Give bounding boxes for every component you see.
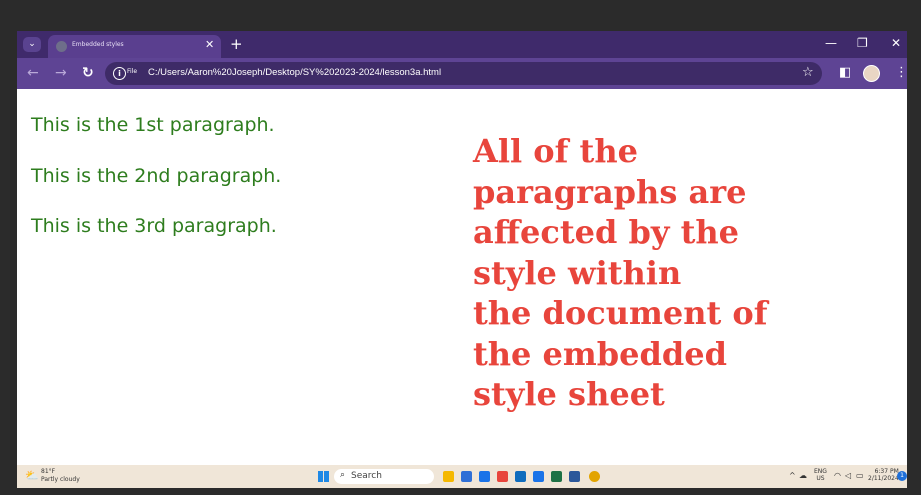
site-info-icon[interactable]: i (113, 67, 126, 80)
taskbar: ⛅ 81°F Partly cloudy ⌕ Search ^ ☁ ENG US… (17, 465, 907, 488)
reload-button[interactable]: ↻ (82, 65, 94, 81)
menu-icon[interactable]: ⋮ (895, 65, 907, 80)
language-bottom: US (816, 475, 825, 482)
note-line: All of the (473, 132, 638, 170)
chrome-icon[interactable] (589, 471, 600, 482)
profile-avatar[interactable] (863, 65, 880, 82)
language-indicator[interactable]: ENG US (814, 468, 827, 482)
browser-window: ⌄ Embedded styles ✕ + — ❐ ✕ ← → ↻ i File… (17, 31, 907, 488)
page-content: This is the 1st paragraph. This is the 2… (17, 89, 907, 465)
paragraph-1: This is the 1st paragraph. (31, 114, 275, 136)
weather-icon[interactable]: ⛅ (25, 469, 39, 482)
tab-search-button[interactable]: ⌄ (23, 37, 41, 52)
site-chip: File (127, 68, 138, 75)
battery-icon[interactable]: ▭ (856, 471, 864, 480)
search-placeholder: Search (351, 471, 382, 481)
minimize-button[interactable]: — (825, 36, 837, 50)
note-line: affected by the (473, 213, 740, 251)
volume-icon[interactable]: ◁ (845, 471, 851, 480)
new-tab-button[interactable]: + (230, 35, 243, 53)
wifi-icon[interactable]: ◠ (834, 471, 841, 480)
sync-icon[interactable]: ☁ (799, 471, 807, 480)
weather-temperature[interactable]: 81°F (41, 468, 55, 475)
task-view-icon[interactable] (461, 471, 472, 482)
app-icon[interactable] (479, 471, 490, 482)
word-icon[interactable] (569, 471, 580, 482)
back-button[interactable]: ← (27, 65, 39, 81)
clock-time: 6:37 PM (874, 468, 899, 475)
weather-condition[interactable]: Partly cloudy (41, 476, 80, 483)
clock-date: 2/11/2024 (868, 475, 899, 482)
start-button[interactable] (318, 471, 329, 482)
side-panel-icon[interactable]: ◧ (839, 65, 851, 80)
favicon-icon (56, 41, 67, 52)
notification-badge[interactable]: 1 (897, 471, 907, 481)
url-text[interactable]: C:/Users/Aaron%20Joseph/Desktop/SY%20202… (148, 67, 441, 78)
note-line: the document of (473, 294, 768, 332)
search-icon: ⌕ (340, 470, 346, 480)
tab-strip: ⌄ Embedded styles ✕ + — ❐ ✕ (17, 31, 907, 58)
app-icon[interactable] (497, 471, 508, 482)
note-line: paragraphs are (473, 172, 747, 211)
browser-toolbar: ← → ↻ i File C:/Users/Aaron%20Joseph/Des… (17, 58, 907, 89)
annotation-note: All of the paragraphs are affected by th… (473, 131, 893, 415)
clock[interactable]: 6:37 PM 2/11/2024 (868, 468, 899, 482)
file-explorer-icon[interactable] (443, 471, 454, 482)
note-line: the embedded (473, 334, 727, 373)
edge-icon[interactable] (533, 471, 544, 482)
excel-icon[interactable] (551, 471, 562, 482)
tab-close-icon[interactable]: ✕ (205, 38, 214, 51)
note-line: style sheet (473, 375, 665, 413)
address-bar[interactable]: i File C:/Users/Aaron%20Joseph/Desktop/S… (105, 62, 822, 85)
bookmark-star-icon[interactable]: ☆ (802, 65, 814, 80)
mail-icon[interactable] (515, 471, 526, 482)
paragraph-2: This is the 2nd paragraph. (31, 165, 282, 187)
note-line: style within (473, 253, 682, 292)
restore-button[interactable]: ❐ (857, 36, 868, 50)
tray-chevron-icon[interactable]: ^ (789, 471, 796, 480)
tab-embedded-styles[interactable]: Embedded styles ✕ (48, 35, 221, 58)
taskbar-search[interactable]: ⌕ Search (334, 469, 434, 484)
close-window-button[interactable]: ✕ (891, 36, 901, 50)
language-top: ENG (814, 468, 827, 475)
paragraph-3: This is the 3rd paragraph. (31, 215, 277, 237)
forward-button[interactable]: → (55, 65, 67, 81)
tab-title: Embedded styles (72, 41, 124, 48)
